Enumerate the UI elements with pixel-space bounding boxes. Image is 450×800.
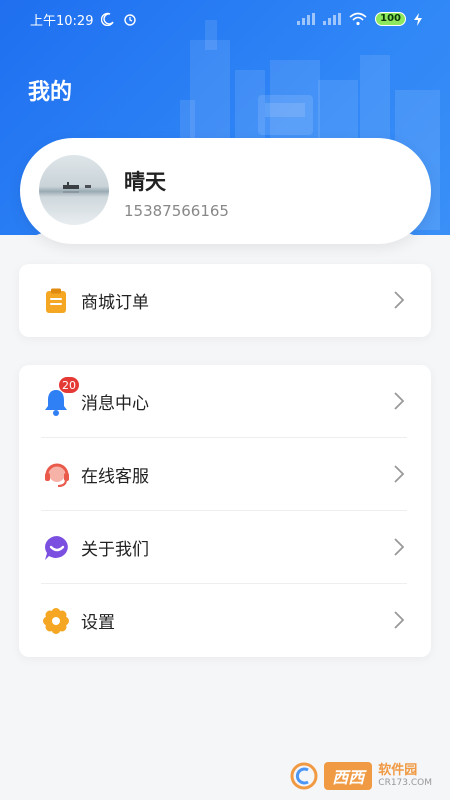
menu-item-settings[interactable]: 设置 [19,584,431,657]
chat-smile-icon [43,535,69,561]
alarm-icon [124,14,137,26]
watermark-sub: CR173.COM [378,778,432,788]
avatar-landscape-image [63,182,91,193]
page-title: 我的 [28,80,73,105]
chevron-right-icon [394,538,405,556]
menu-item-about-us[interactable]: 关于我们 [19,511,431,584]
wifi-icon [349,12,367,26]
status-time: 上午10:29 [30,13,94,29]
chevron-right-icon [394,392,405,410]
signal-icon [297,13,316,25]
profile-name: 晴天 [124,170,166,194]
menu-item-messages[interactable]: 20 消息中心 [19,365,431,438]
clipboard-icon [43,288,69,314]
menu-item-orders[interactable]: 商城订单 [19,264,431,337]
menu-item-label: 在线客服 [81,467,149,487]
battery-indicator: 100 [375,12,406,26]
menu-card: 20 消息中心 在线客服 关于我们 设置 [19,365,431,657]
bell-icon: 20 [43,375,80,416]
profile-card[interactable]: 晴天 15387566165 [20,138,431,244]
menu-item-label: 消息中心 [81,394,149,414]
headset-icon [43,462,69,488]
status-bar: 上午10:29 100 [0,0,450,38]
menu-item-label: 商城订单 [81,293,149,313]
gear-flower-icon [43,607,69,634]
chevron-right-icon [394,291,405,309]
signal-icon-2 [323,13,342,25]
chevron-right-icon [394,465,405,483]
chevron-right-icon [394,611,405,629]
menu-item-label: 关于我们 [81,540,149,560]
watermark-logo-icon [290,762,318,790]
moon-icon [101,12,115,26]
avatar[interactable] [39,155,109,225]
watermark: 西西 软件园 CR173.COM [290,762,432,790]
orders-card: 商城订单 [19,264,431,337]
profile-phone: 15387566165 [124,202,229,220]
unread-badge: 20 [58,375,80,394]
charging-icon [414,12,422,26]
menu-item-customer-service[interactable]: 在线客服 [19,438,431,511]
watermark-logo: 西西 [324,762,373,790]
watermark-text: 软件园 [378,763,418,778]
menu-item-label: 设置 [81,613,115,633]
